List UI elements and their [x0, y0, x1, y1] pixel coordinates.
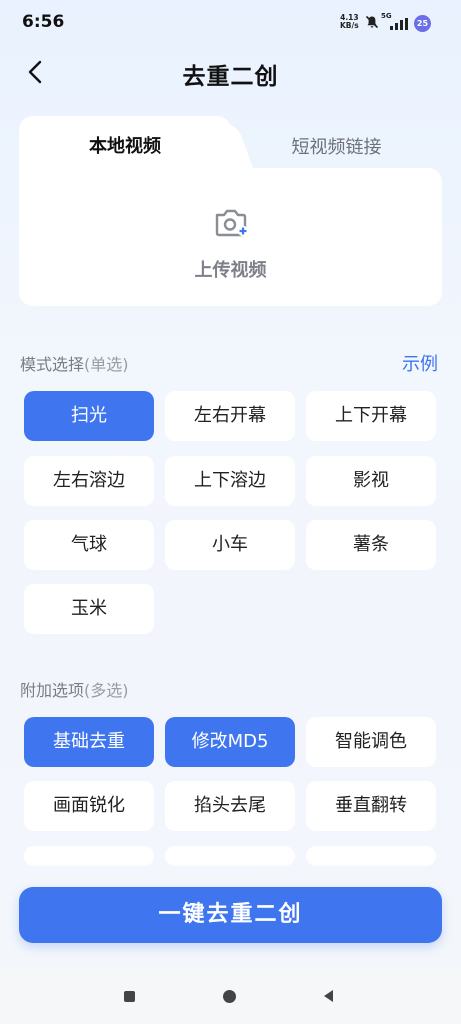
status-time: 6:56	[22, 12, 65, 32]
home-icon[interactable]	[223, 990, 236, 1003]
upload-card: 本地视频 短视频链接 上传视频	[19, 116, 442, 306]
camera-add-icon	[215, 209, 249, 237]
tab-local-video-label[interactable]: 本地视频	[19, 132, 231, 158]
extra-option-basic-dedupe[interactable]: 基础去重	[24, 717, 154, 767]
mute-bell-icon	[365, 15, 379, 29]
nav-back-icon[interactable]	[324, 990, 333, 1002]
upload-video-button[interactable]: 上传视频	[19, 198, 442, 298]
mode-option-corn[interactable]: 玉米	[24, 584, 154, 634]
mode-option-balloon[interactable]: 气球	[24, 520, 154, 570]
scroll-fade	[0, 862, 461, 882]
mode-hint: (单选)	[84, 355, 129, 374]
extras-hint: (多选)	[84, 681, 129, 700]
extra-option-trim[interactable]: 掐头去尾	[165, 781, 295, 831]
mode-option-lr-blend[interactable]: 左右溶边	[24, 456, 154, 506]
mode-option-film[interactable]: 影视	[306, 456, 436, 506]
example-link[interactable]: 示例	[402, 350, 438, 376]
mode-option-lr-curtain[interactable]: 左右开幕	[165, 391, 295, 441]
upload-video-label: 上传视频	[194, 260, 267, 281]
page-title: 去重二创	[182, 64, 279, 90]
mode-section-title: 模式选择(单选)	[20, 351, 129, 375]
mode-option-ud-blend[interactable]: 上下溶边	[165, 456, 295, 506]
status-bar: 6:56 4.13 KB/s 5G 25	[0, 0, 461, 44]
extras-title: 附加选项	[20, 681, 85, 700]
tab-short-video-link[interactable]: 短视频链接	[231, 133, 442, 159]
mode-option-fries[interactable]: 薯条	[306, 520, 436, 570]
extra-option-modify-md5[interactable]: 修改MD5	[165, 717, 295, 767]
one-click-dedupe-button[interactable]: 一键去重二创	[19, 887, 442, 943]
extra-option-sharpen[interactable]: 画面锐化	[24, 781, 154, 831]
battery-icon: 25	[414, 15, 431, 32]
extra-option-vflip[interactable]: 垂直翻转	[306, 781, 436, 831]
recents-icon[interactable]	[124, 991, 135, 1002]
mode-title: 模式选择	[20, 355, 85, 374]
mode-option-saoguang[interactable]: 扫光	[24, 391, 154, 441]
net-speed: 4.13 KB/s	[340, 14, 359, 30]
system-nav-bar	[0, 968, 461, 1024]
extra-option-smart-color[interactable]: 智能调色	[306, 717, 436, 767]
signal-icon: 5G	[381, 12, 411, 32]
extras-section-title: 附加选项(多选)	[20, 677, 129, 701]
mode-option-car[interactable]: 小车	[165, 520, 295, 570]
net-speed-unit: KB/s	[340, 21, 359, 30]
mode-option-ud-curtain[interactable]: 上下开幕	[306, 391, 436, 441]
